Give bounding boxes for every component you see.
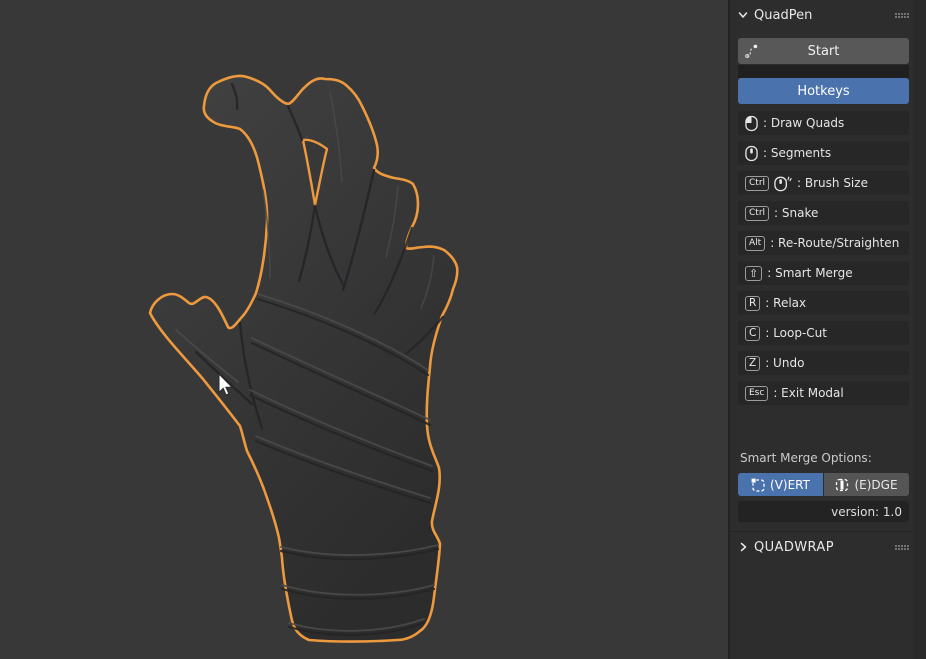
key-badge-c: C: [745, 325, 761, 341]
mouse-left-icon: [745, 115, 758, 131]
hotkey-row-draw-quads: : Draw Quads: [738, 111, 909, 135]
edge-option-button[interactable]: (E)DGE: [824, 473, 909, 496]
hotkey-row-brush-size: Ctrl : Brush Size: [738, 171, 909, 195]
hotkey-label: : Exit Modal: [773, 386, 844, 400]
hotkey-label: : Undo: [765, 356, 805, 370]
panel-drag-grip-icon[interactable]: [895, 544, 909, 550]
hotkey-row-undo: Z : Undo: [738, 351, 909, 375]
vert-option-label: (V)ERT: [770, 477, 810, 492]
vertex-select-icon: [751, 477, 765, 492]
key-badge-z: Z: [745, 355, 761, 371]
start-button[interactable]: Start: [738, 38, 909, 64]
panel-title: QUADWRAP: [754, 539, 834, 555]
hotkeys-heading[interactable]: Hotkeys: [738, 78, 909, 104]
key-badge-r: R: [745, 295, 761, 311]
edge-option-label: (E)DGE: [854, 477, 898, 492]
edge-select-icon: [836, 478, 849, 491]
panel-title: QuadPen: [754, 7, 813, 23]
hotkey-label: : Snake: [774, 206, 819, 220]
hotkeys-heading-label: Hotkeys: [797, 83, 850, 99]
n-panel-sidebar: QuadPen Start Hotkeys : Draw Quads: Seg…: [728, 0, 926, 659]
chevron-down-icon: [738, 12, 748, 18]
key-badge-ctrl: Ctrl: [745, 175, 770, 191]
hotkey-row-snake: Ctrl : Snake: [738, 201, 909, 225]
key-badge-esc: Esc: [745, 385, 769, 401]
hotkey-label: : Draw Quads: [763, 116, 845, 130]
hotkey-label: : Segments: [763, 146, 832, 160]
mouse-scroll-icon: [774, 176, 792, 191]
draw-curve-icon: [745, 44, 758, 59]
vert-option-button[interactable]: (V)ERT: [738, 473, 823, 496]
key-badge-alt: Alt: [745, 235, 766, 251]
viewport-3d[interactable]: [0, 0, 728, 659]
smart-merge-toggle: (V)ERT (E)DGE: [738, 473, 909, 496]
mouse-middle-icon: [745, 145, 758, 161]
hotkey-label: : Smart Merge: [767, 266, 853, 280]
hotkey-label: : Relax: [765, 296, 807, 310]
panel-separator: [730, 531, 912, 532]
hotkey-row-relax: R : Relax: [738, 291, 909, 315]
scrollbar-track[interactable]: [913, 0, 926, 659]
start-button-label: Start: [807, 43, 840, 59]
blender-window: QuadPen Start Hotkeys : Draw Quads: Seg…: [0, 0, 926, 659]
chevron-right-icon: [740, 542, 747, 552]
spacer-strip: [738, 65, 909, 78]
smart-merge-options-label: Smart Merge Options:: [740, 451, 872, 465]
version-field: version: 1.0: [738, 501, 909, 522]
hotkey-label: : Brush Size: [797, 176, 868, 190]
hand-model[interactable]: [0, 0, 728, 659]
panel-drag-grip-icon[interactable]: [895, 12, 909, 18]
hotkey-label: : Loop-Cut: [765, 326, 827, 340]
hotkey-row-segments: : Segments: [738, 141, 909, 165]
key-badge-ctrl: Ctrl: [745, 205, 770, 221]
hotkey-row-loop-cut: C : Loop-Cut: [738, 321, 909, 345]
hotkey-label: : Re-Route/Straighten: [770, 236, 900, 250]
version-label: version: 1.0: [831, 504, 902, 519]
panel-header-quadpen[interactable]: QuadPen: [738, 4, 909, 26]
hotkey-row-smart-merge: ⇧ : Smart Merge: [738, 261, 909, 285]
panel-header-quadwrap[interactable]: QUADWRAP: [738, 536, 909, 558]
key-badge-shift: ⇧: [745, 265, 763, 281]
hotkey-row-exit-modal: Esc : Exit Modal: [738, 381, 909, 405]
mouse-cursor: [218, 373, 234, 396]
hotkey-row-reroute: Alt : Re-Route/Straighten: [738, 231, 909, 255]
